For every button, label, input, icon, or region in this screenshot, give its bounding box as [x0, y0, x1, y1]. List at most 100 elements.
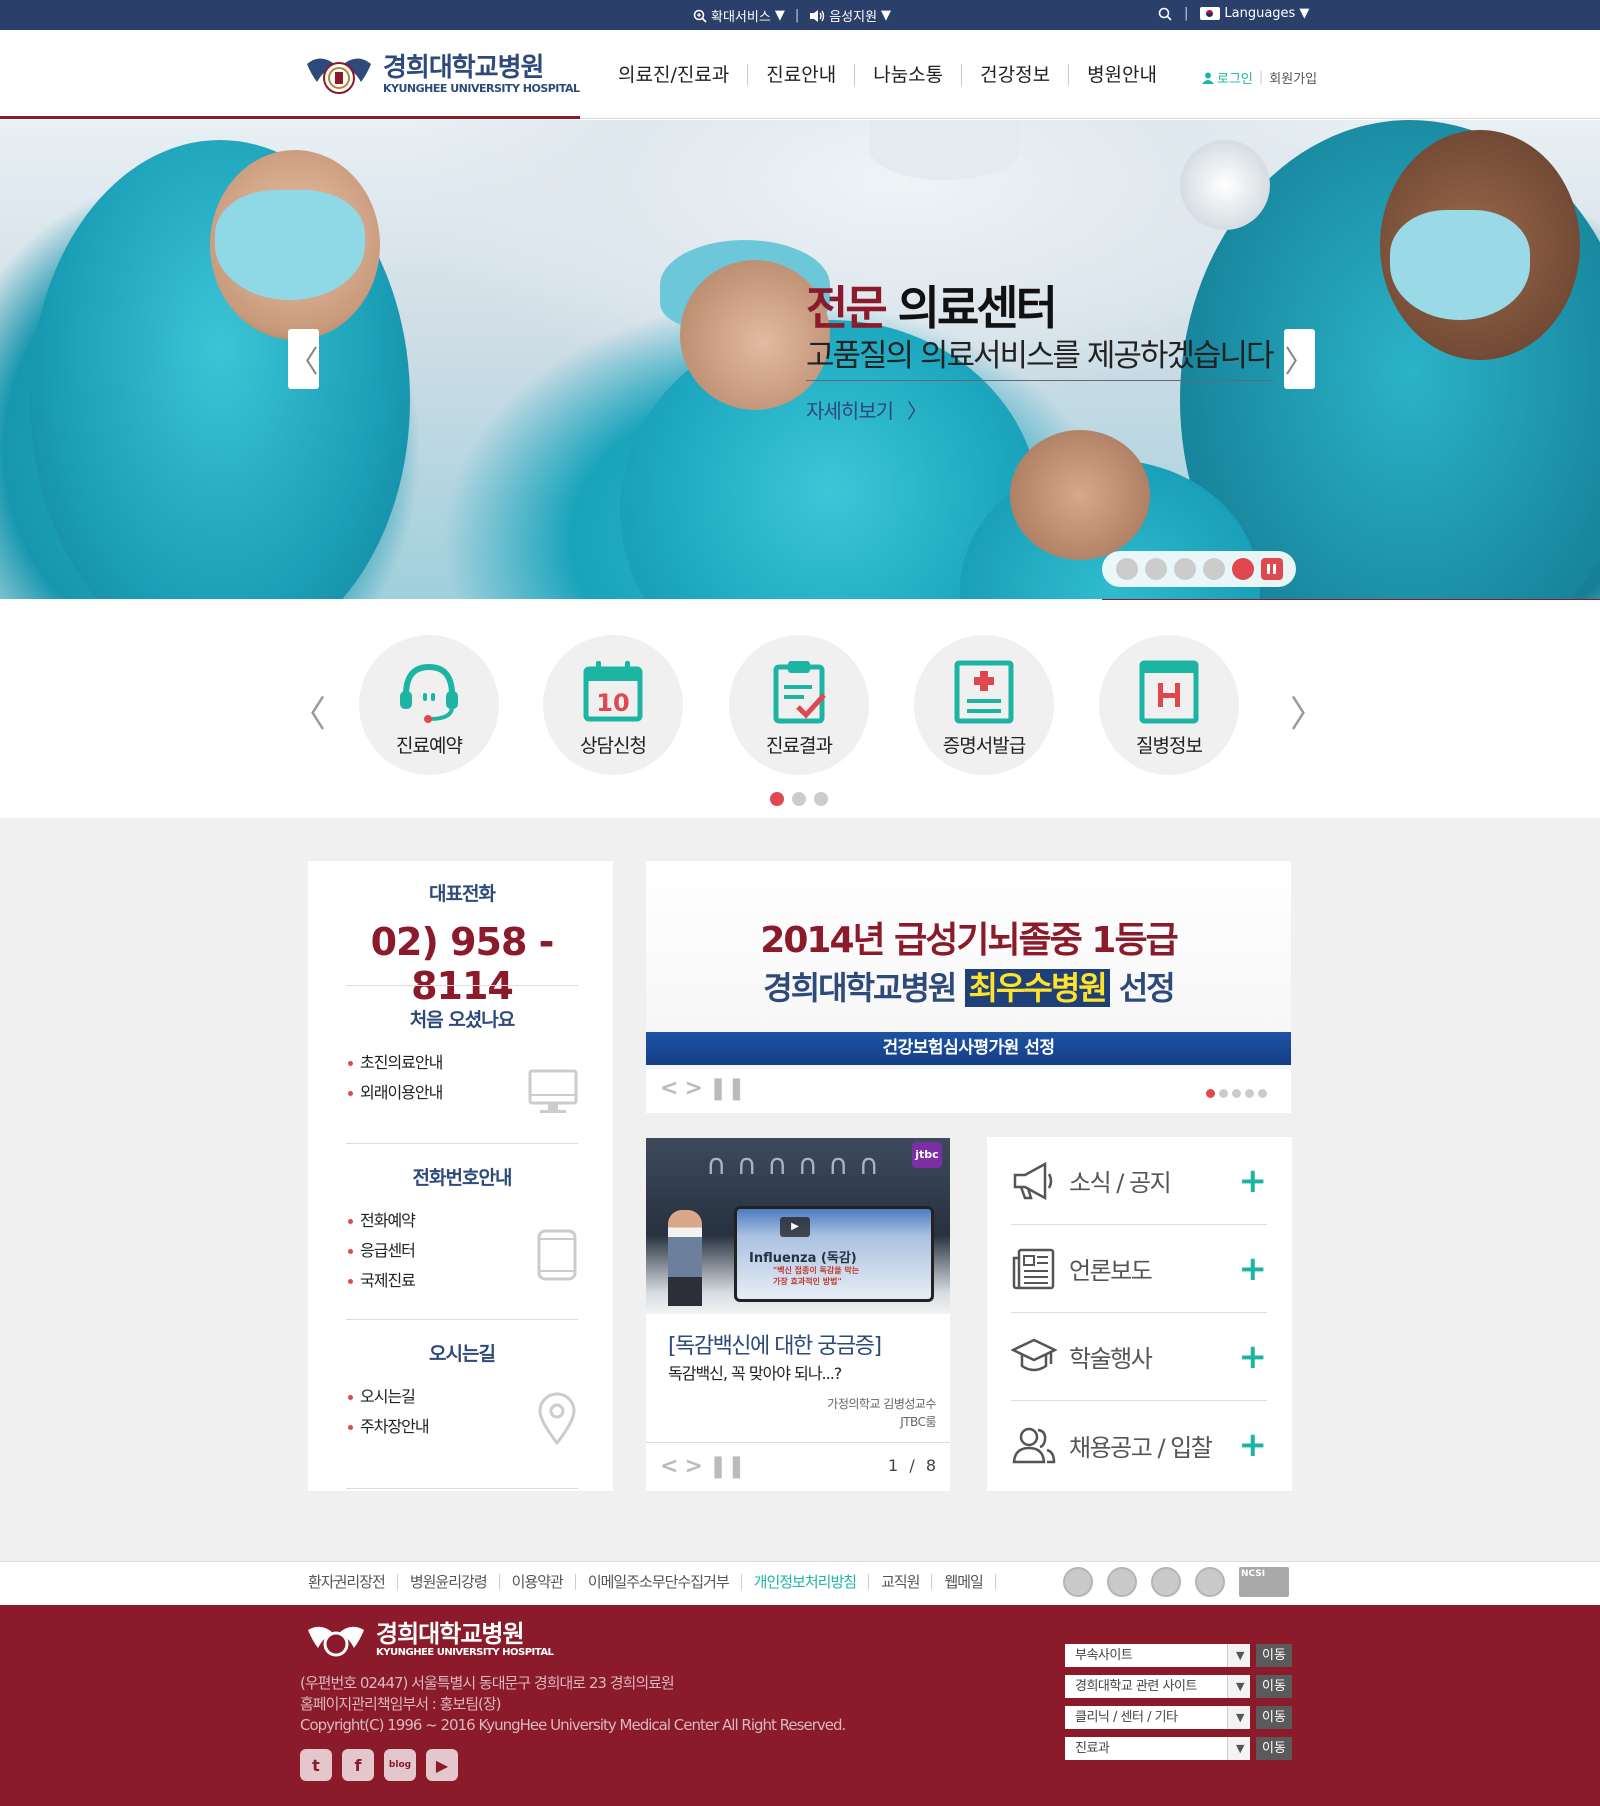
nav-sharing[interactable]: 나눔소통 [855, 64, 963, 86]
banner-dot[interactable] [1219, 1089, 1228, 1098]
headset-icon [400, 663, 458, 723]
join-link[interactable]: 회원가입 [1269, 68, 1317, 87]
board-notice[interactable]: 소식 / 공지 + [1011, 1137, 1267, 1225]
certification-marks: NCSI [1063, 1567, 1289, 1597]
quick-next-button[interactable]: 〉 [1290, 685, 1326, 737]
language-selector[interactable]: Languages ▼ [1200, 6, 1309, 21]
hero-next-button[interactable]: 〉 [1284, 329, 1315, 389]
hero-pagination [1102, 551, 1296, 587]
banner-dot[interactable] [1245, 1089, 1254, 1098]
board-press[interactable]: 언론보도 + [1011, 1225, 1267, 1313]
go-button[interactable]: 이동 [1256, 1706, 1292, 1729]
quick-dot-active[interactable] [770, 792, 784, 806]
chevron-left-icon[interactable]: < [660, 1076, 678, 1101]
clinic-center-select[interactable]: 클리닉 / 센터 / 기타 ▼ [1065, 1706, 1250, 1729]
chevron-left-icon[interactable]: < [660, 1454, 678, 1479]
video-screen-title: Influenza (독감) [749, 1251, 857, 1266]
ethics-link[interactable]: 병원윤리강령 [398, 1574, 500, 1590]
voice-support-toggle[interactable]: 음성지원 ▼ [809, 6, 891, 25]
video-subtitle: 독감백신, 꼭 맞아야 되나...? [668, 1364, 842, 1383]
nav-hospital-info[interactable]: 병원안내 [1069, 64, 1175, 86]
affiliated-sites-select[interactable]: 부속사이트 ▼ [1065, 1644, 1250, 1667]
go-button[interactable]: 이동 [1256, 1644, 1292, 1667]
play-icon[interactable]: ▶ [780, 1217, 810, 1237]
hero-dot[interactable] [1173, 558, 1196, 580]
video-title[interactable]: [독감백신에 대한 궁금증] [668, 1328, 882, 1360]
caret-down-icon: ▼ [774, 8, 785, 23]
newspaper-icon [1012, 1248, 1055, 1289]
hero-dot[interactable] [1115, 558, 1138, 580]
plus-icon: + [1238, 1160, 1268, 1201]
blog-icon[interactable]: blog [384, 1749, 416, 1781]
quick-dot[interactable] [814, 792, 828, 806]
hero-pause-button[interactable] [1260, 558, 1283, 580]
webmaster-info: 홈페이지관리책임부서 : 홍보팀(장) [300, 1695, 502, 1713]
patient-rights-link[interactable]: 환자권리장전 [308, 1574, 398, 1590]
webmail-link[interactable]: 웹메일 [932, 1574, 996, 1590]
search-icon[interactable] [1158, 7, 1172, 21]
quick-label: 질병정보 [1136, 735, 1203, 757]
jtbc-logo: jtbc [912, 1142, 942, 1168]
related-sites: 부속사이트 ▼ 이동 경희대학교 관련 사이트 ▼ 이동 클리닉 / 센터 / 기타… [1065, 1644, 1292, 1760]
quick-results[interactable]: 진료결과 [729, 635, 869, 775]
quick-dot[interactable] [792, 792, 806, 806]
quick-disease-info[interactable]: 질병정보 [1099, 635, 1239, 775]
board-academic[interactable]: 학술행사 + [1011, 1313, 1267, 1401]
banner-controls: < > ❚❚ [660, 1076, 746, 1101]
university-sites-select[interactable]: 경희대학교 관련 사이트 ▼ [1065, 1675, 1250, 1698]
divider [346, 985, 578, 986]
quick-consultation[interactable]: 10 상담신청 [543, 635, 683, 775]
pause-icon[interactable]: ❚❚ [709, 1076, 746, 1101]
privacy-policy-link[interactable]: 개인정보처리방침 [742, 1574, 870, 1590]
terms-link[interactable]: 이용약관 [500, 1574, 576, 1590]
quick-reservation[interactable]: 진료예약 [359, 635, 499, 775]
banner-dot[interactable] [1258, 1089, 1267, 1098]
youtube-icon[interactable]: ▶ [426, 1749, 458, 1781]
plus-icon: + [1238, 1248, 1268, 1289]
nav-care-guide[interactable]: 진료안내 [748, 64, 856, 86]
divider: | [794, 8, 800, 23]
site-logo[interactable]: 경희대학교병원 KYUNGHEE UNIVERSITY HOSPITAL [303, 50, 580, 98]
quick-certificate[interactable]: 증명서발급 [914, 635, 1054, 775]
login-label: 로그인 [1217, 72, 1253, 87]
staff-link[interactable]: 교직원 [869, 1574, 933, 1590]
facebook-icon[interactable]: f [342, 1749, 374, 1781]
banner-highlight: 최우수병원 [964, 969, 1110, 1007]
chevron-right-icon[interactable]: > [684, 1454, 702, 1479]
hero-subtitle: 고품질의 의료서비스를 제공하겠습니다 [806, 336, 1275, 381]
video-card: ∩∩∩∩∩∩ Influenza (독감) "백신 접종이 독감을 막는 가장 효… [646, 1138, 950, 1491]
hero-dot[interactable] [1202, 558, 1225, 580]
board-recruit[interactable]: 채용공고 / 입찰 + [1011, 1401, 1267, 1489]
email-policy-link[interactable]: 이메일주소무단수집거부 [576, 1574, 742, 1590]
hero-photo-surgeon [1010, 430, 1150, 560]
award-banner[interactable]: 2014년 급성기뇌졸중 1등급 경희대학교병원 최우수병원 선정 건강보험심사… [646, 861, 1291, 1113]
pause-icon[interactable]: ❚❚ [709, 1454, 746, 1479]
zoom-service-toggle[interactable]: 확대서비스 ▼ [693, 6, 785, 25]
hero-dot-active[interactable] [1231, 558, 1254, 580]
banner-headline: 2014년 급성기뇌졸중 1등급 [760, 920, 1178, 961]
video-screen: Influenza (독감) "백신 접종이 독감을 막는 가장 효과적인 방법" [734, 1206, 934, 1302]
hero-dot[interactable] [1144, 558, 1167, 580]
twitter-icon[interactable]: t [300, 1749, 332, 1781]
banner-dot-active[interactable] [1206, 1089, 1215, 1098]
go-button[interactable]: 이동 [1256, 1737, 1292, 1760]
calendar-icon: 10 [583, 661, 643, 722]
chevron-right-icon[interactable]: > [684, 1076, 702, 1101]
nav-health-info[interactable]: 건강정보 [962, 64, 1070, 86]
nav-doctors[interactable]: 의료진/진료과 [600, 64, 749, 86]
hero-photo-lamp [1180, 140, 1270, 230]
video-controls: < > ❚❚ [660, 1454, 746, 1479]
video-thumbnail[interactable]: ∩∩∩∩∩∩ Influenza (독감) "백신 접종이 독감을 막는 가장 효… [646, 1138, 950, 1314]
pause-icon [1273, 564, 1276, 574]
login-link[interactable]: 로그인 [1202, 68, 1253, 87]
go-button[interactable]: 이동 [1256, 1675, 1292, 1698]
hero-title-accent: 전문 [806, 281, 888, 335]
department-select[interactable]: 진료과 ▼ [1065, 1737, 1250, 1760]
quick-prev-button[interactable]: 〈 [290, 685, 326, 737]
site-selector-row: 부속사이트 ▼ 이동 [1065, 1644, 1292, 1667]
footer-links: 환자권리장전 병원윤리강령 이용약관 이메일주소무단수집거부 개인정보처리방침 … [0, 1561, 1600, 1605]
hero-prev-button[interactable]: 〈 [288, 329, 319, 389]
hero-more-link[interactable]: 자세히보기 〉 [806, 395, 1273, 424]
header-accent-line [0, 116, 580, 119]
banner-dot[interactable] [1232, 1089, 1241, 1098]
